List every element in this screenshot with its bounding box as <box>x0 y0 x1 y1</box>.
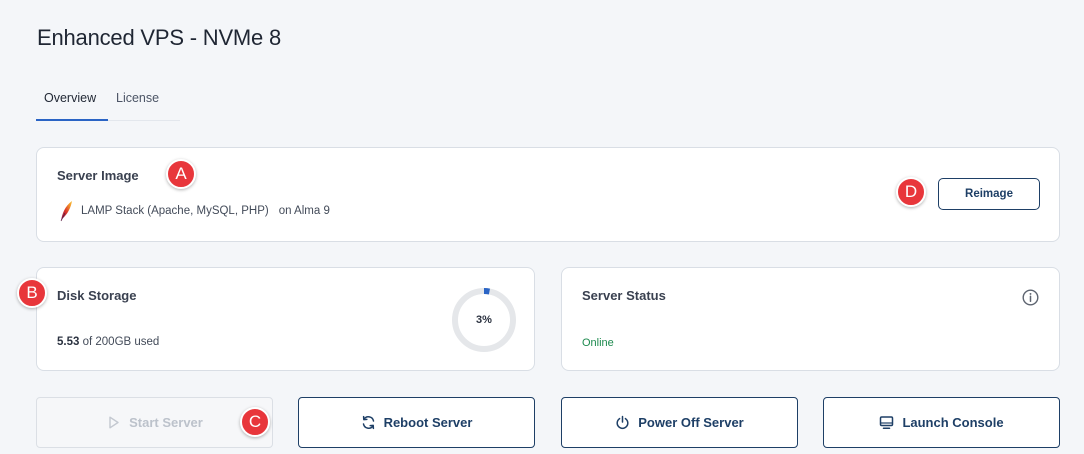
server-status-value: Online <box>582 337 614 349</box>
start-server-button[interactable]: Start Server <box>36 397 273 448</box>
feather-icon <box>60 201 72 222</box>
disk-percent-label: 3% <box>476 314 492 326</box>
marker-b: B <box>17 278 47 308</box>
server-image-title: Server Image <box>57 168 139 183</box>
refresh-icon <box>362 415 374 430</box>
disk-storage-card: Disk Storage 5.53 of 200GB used 3% <box>36 267 535 371</box>
reboot-server-button[interactable]: Reboot Server <box>298 397 535 448</box>
marker-d: D <box>896 177 926 207</box>
disk-used-value: 5.53 <box>57 336 80 348</box>
server-image-row: LAMP Stack (Apache, MySQL, PHP) on Alma … <box>59 200 330 222</box>
server-status-card: Server Status Online <box>561 267 1060 371</box>
start-server-label: Start Server <box>129 415 203 430</box>
tab-overview[interactable]: Overview <box>36 84 108 121</box>
server-status-title: Server Status <box>582 288 666 303</box>
disk-total-text: of 200GB used <box>82 336 160 348</box>
play-icon <box>109 416 119 429</box>
reboot-server-label: Reboot Server <box>383 415 473 430</box>
marker-a: A <box>166 159 196 189</box>
power-off-server-button[interactable]: Power Off Server <box>561 397 798 448</box>
server-image-name: LAMP Stack (Apache, MySQL, PHP) <box>81 205 269 217</box>
disk-usage-text: 5.53 of 200GB used <box>57 336 159 348</box>
power-off-server-label: Power Off Server <box>638 415 744 430</box>
launch-console-label: Launch Console <box>902 415 1004 430</box>
disk-storage-title: Disk Storage <box>57 288 137 303</box>
info-icon[interactable] <box>1022 289 1039 306</box>
power-icon <box>616 415 629 430</box>
monitor-icon <box>880 416 894 429</box>
tab-bar: Overview License <box>36 84 180 121</box>
page-title: Enhanced VPS - NVMe 8 <box>37 25 282 50</box>
server-image-os: on Alma 9 <box>278 205 330 217</box>
launch-console-button[interactable]: Launch Console <box>823 397 1060 448</box>
marker-c: C <box>240 407 270 437</box>
reimage-button[interactable]: Reimage <box>938 178 1040 210</box>
tab-license[interactable]: License <box>108 84 167 121</box>
